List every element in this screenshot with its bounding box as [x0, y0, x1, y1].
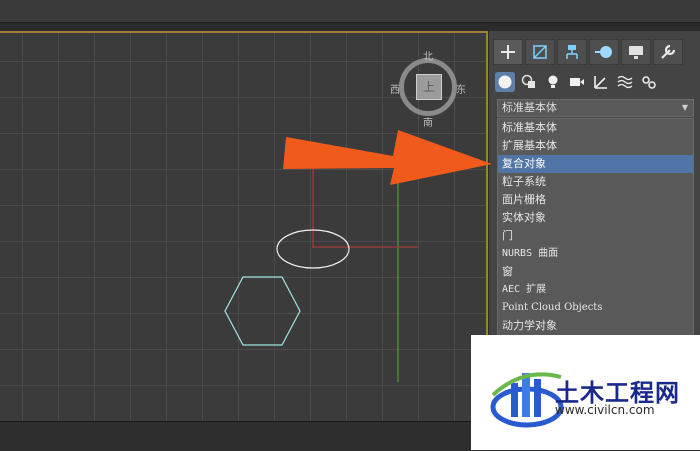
modify-icon: [533, 45, 547, 59]
dropdown-option[interactable]: 实体对象: [498, 209, 693, 227]
hexagon-object: [224, 276, 301, 346]
tab-modify[interactable]: [525, 39, 555, 65]
tab-utilities[interactable]: [653, 39, 683, 65]
tab-motion[interactable]: [589, 39, 619, 65]
dropdown-option[interactable]: 扩展基本体: [498, 137, 693, 155]
tab-create[interactable]: [493, 39, 523, 65]
dropdown-option[interactable]: 动力学对象: [498, 317, 693, 335]
lights-icon: [548, 75, 558, 88]
dropdown-option[interactable]: NURBS 曲面: [498, 245, 693, 263]
dropdown-option-highlighted[interactable]: 复合对象: [498, 155, 693, 173]
hierarchy-icon: [566, 45, 578, 59]
object-type-list: 标准基本体 扩展基本体 复合对象 粒子系统 面片栅格 实体对象 门 NURBS …: [497, 118, 694, 338]
subcategory-helpers[interactable]: [591, 72, 611, 92]
shapes-icon: [521, 74, 535, 88]
tab-hierarchy[interactable]: [557, 39, 587, 65]
compass-south-label: 南: [423, 118, 433, 129]
dropdown-option[interactable]: Point Cloud Objects: [498, 299, 693, 317]
subcategory-space-warps[interactable]: [615, 72, 635, 92]
cameras-icon: [570, 78, 584, 86]
utilities-icon: [661, 44, 676, 59]
dropdown-selected-value: 标准基本体: [502, 101, 557, 114]
compass-east-label: 东: [456, 85, 466, 96]
viewcube-top-face[interactable]: 上: [416, 74, 442, 100]
subcategory-shapes[interactable]: [519, 72, 539, 92]
dropdown-option[interactable]: 标准基本体: [498, 119, 693, 137]
display-icon: [629, 46, 643, 59]
dropdown-option[interactable]: 面片栅格: [498, 191, 693, 209]
motion-icon: [595, 46, 612, 58]
compass-north-label: 北: [423, 52, 433, 63]
subcategory-lights[interactable]: [543, 72, 563, 92]
viewcube-compass[interactable]: 上 北 南 西 东: [390, 52, 466, 129]
dropdown-option[interactable]: 粒子系统: [498, 173, 693, 191]
systems-icon: [642, 76, 656, 89]
watermark-url: www.civilcn.com: [555, 403, 655, 417]
subcategory-cameras[interactable]: [567, 72, 587, 92]
subcategory-geometry[interactable]: [495, 72, 515, 92]
tab-display[interactable]: [621, 39, 651, 65]
geometry-icon: [498, 75, 512, 89]
helpers-icon: [594, 76, 607, 89]
subcategory-systems[interactable]: [639, 72, 659, 92]
dropdown-option[interactable]: 门: [498, 227, 693, 245]
dropdown-option[interactable]: AEC 扩展: [498, 281, 693, 299]
dropdown-option[interactable]: 窗: [498, 263, 693, 281]
create-icon: [501, 45, 515, 59]
watermark-logo: 土木工程网 www.civilcn.com: [471, 335, 700, 450]
command-panel-tabs: [493, 39, 683, 65]
create-subcategories: [495, 71, 659, 93]
chevron-down-icon: ▼: [681, 103, 688, 112]
space-warps-icon: [617, 75, 633, 89]
compass-west-label: 西: [390, 85, 400, 96]
object-type-dropdown[interactable]: 标准基本体 ▼: [497, 99, 694, 117]
